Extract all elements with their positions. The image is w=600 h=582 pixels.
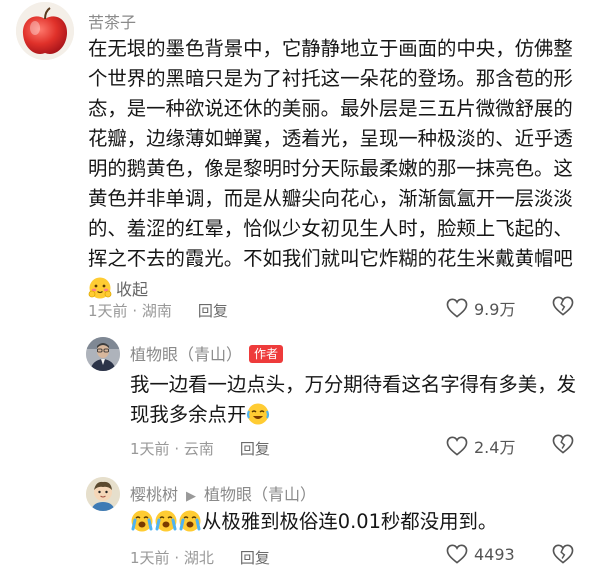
meta-separator: ·: [169, 548, 184, 567]
location: 湖北: [183, 549, 214, 567]
username[interactable]: 苦茶子: [88, 9, 136, 33]
location: 云南: [183, 440, 214, 458]
broken-heart-icon: [552, 434, 574, 454]
man-portrait-avatar-icon: [86, 337, 120, 371]
reply-text: 我一边看一边点头，万分期待看这名字得有多美，发现我多余点开: [130, 370, 580, 430]
reply-body: 我一边看一边点头，万分期待看这名字得有多美，发现我多余点开: [130, 373, 576, 426]
reply-text: 从极雅到极俗连0.01秒都没用到。: [130, 507, 580, 537]
username[interactable]: 植物眼（青山）: [130, 345, 242, 364]
meta-separator: ·: [169, 439, 184, 458]
cartoon-avatar-icon: [86, 477, 120, 511]
collapse-link[interactable]: 收起: [116, 280, 148, 299]
like-button[interactable]: 2.4万: [446, 434, 515, 458]
reply-username: 樱桃树 ▶ 植物眼（青山）: [130, 481, 316, 505]
reply-meta: 1天前 · 云南 回复: [130, 438, 270, 459]
loud-crying-emoji-icon: [155, 510, 177, 532]
heart-icon: [446, 298, 468, 318]
like-button[interactable]: 9.9万: [446, 296, 515, 320]
like-count: 9.9万: [474, 300, 516, 319]
comment-meta: 1天前 · 湖南 回复: [88, 300, 228, 321]
reply-button[interactable]: 回复: [240, 438, 270, 459]
like-button[interactable]: 4493: [446, 544, 515, 564]
avatar[interactable]: [86, 477, 120, 511]
comment-body: 在无垠的墨色背景中，它静静地立于画面的中央，仿佛整个世界的黑暗只是为了衬托这一朵…: [88, 37, 573, 270]
shy-face-emoji-icon: [88, 277, 112, 299]
reply-button[interactable]: 回复: [240, 547, 270, 568]
heart-icon: [446, 436, 468, 456]
reply-button[interactable]: 回复: [198, 300, 228, 321]
loud-crying-emoji-icon: [131, 510, 153, 532]
timestamp: 1天前: [88, 302, 128, 320]
comment-text: 在无垠的墨色背景中，它静静地立于画面的中央，仿佛整个世界的黑暗只是为了衬托这一朵…: [88, 34, 588, 305]
broken-heart-icon: [552, 296, 574, 316]
reply-arrow-icon: ▶: [186, 489, 197, 504]
reply-to-username[interactable]: 植物眼（青山）: [204, 485, 316, 504]
like-count: 2.4万: [474, 438, 516, 457]
like-count: 4493: [474, 544, 515, 564]
dislike-button[interactable]: [552, 544, 574, 568]
loud-crying-emoji-icon: [179, 510, 201, 532]
location: 湖南: [141, 302, 172, 320]
apple-avatar-icon: [16, 2, 74, 60]
meta-separator: ·: [127, 301, 142, 320]
author-badge: 作者: [249, 345, 284, 363]
avatar[interactable]: [86, 337, 120, 371]
dislike-button[interactable]: [552, 434, 574, 458]
broken-heart-icon: [552, 544, 574, 564]
heart-icon: [446, 544, 468, 564]
reply-meta: 1天前 · 湖北 回复: [130, 547, 270, 568]
reply-username: 植物眼（青山） 作者: [130, 341, 284, 365]
crying-laugh-emoji-icon: [247, 403, 270, 425]
dislike-button[interactable]: [552, 296, 574, 320]
avatar[interactable]: [16, 2, 74, 60]
reply-body: 从极雅到极俗连0.01秒都没用到。: [202, 510, 498, 533]
timestamp: 1天前: [130, 549, 170, 567]
timestamp: 1天前: [130, 440, 170, 458]
username[interactable]: 樱桃树: [130, 485, 178, 504]
